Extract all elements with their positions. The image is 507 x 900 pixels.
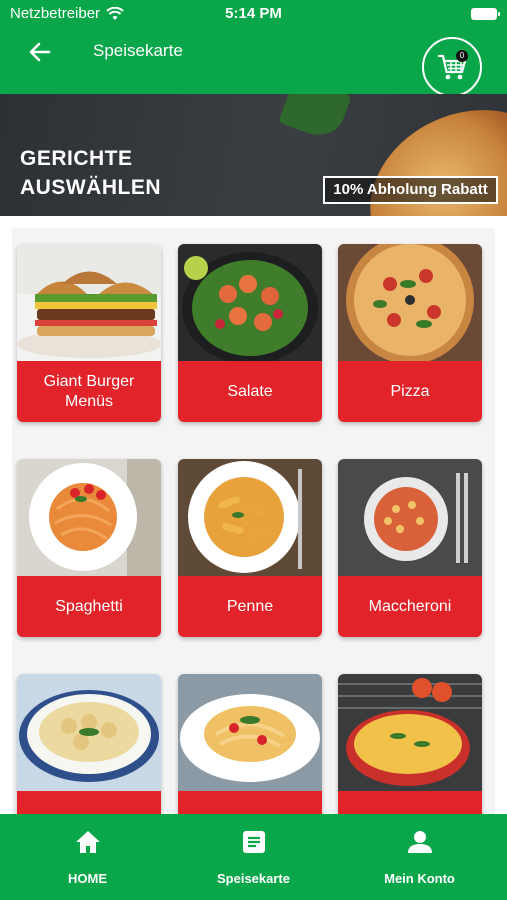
pizza-image	[338, 244, 482, 361]
category-card-penne[interactable]: Penne	[178, 459, 322, 637]
category-card-pizza[interactable]: Pizza	[338, 244, 482, 422]
penne-image	[178, 459, 322, 576]
back-arrow-icon	[29, 42, 51, 62]
category-card-maccheroni[interactable]: Maccheroni	[338, 459, 482, 637]
navigation-bar: Speisekarte 0	[0, 30, 507, 97]
tortellini-image	[17, 674, 161, 791]
tagliatelle-image	[178, 674, 322, 791]
casserole-image	[338, 674, 482, 791]
category-card-row3-1[interactable]	[17, 674, 161, 814]
category-label: Pizza	[338, 361, 482, 422]
category-card-burger[interactable]: Giant Burger Menüs	[17, 244, 161, 422]
tab-account-label: Mein Konto	[384, 871, 455, 886]
discount-badge: 10% Abholung Rabatt	[323, 176, 498, 204]
menu-list-icon	[243, 831, 265, 853]
category-label: Salate	[178, 361, 322, 422]
maccheroni-image	[338, 459, 482, 576]
category-label	[17, 791, 161, 814]
page-title: Speisekarte	[93, 41, 183, 60]
status-bar: Netzbetreiber 5:14 PM	[0, 0, 507, 28]
banner-title: GERICHTE AUSWÄHLEN	[20, 144, 161, 202]
category-card-spaghetti[interactable]: Spaghetti	[17, 459, 161, 637]
tab-home-label: HOME	[68, 871, 107, 886]
category-card-row3-3[interactable]	[338, 674, 482, 814]
bottom-tab-bar: HOME Speisekarte Mein Konto	[0, 814, 507, 900]
category-label: Spaghetti	[17, 576, 161, 637]
battery-icon	[471, 8, 500, 20]
category-card-row3-2[interactable]	[178, 674, 322, 814]
tab-menu-label: Speisekarte	[217, 871, 290, 886]
spaghetti-image	[17, 459, 161, 576]
home-icon	[76, 831, 100, 853]
tab-menu[interactable]: Speisekarte	[169, 814, 338, 900]
category-label: Giant Burger Menüs	[17, 361, 161, 422]
banner-title-line1: GERICHTE	[20, 147, 133, 170]
category-card-salad[interactable]: Salate	[178, 244, 322, 422]
banner-basil-decoration	[278, 94, 352, 143]
promo-banner: GERICHTE AUSWÄHLEN 10% Abholung Rabatt	[0, 94, 507, 216]
tab-home[interactable]: HOME	[3, 814, 172, 900]
category-label: Maccheroni	[338, 576, 482, 637]
cart-count-badge: 0	[456, 50, 468, 62]
banner-title-line2: AUSWÄHLEN	[20, 176, 161, 199]
app-header: Netzbetreiber 5:14 PM Speisekarte 0	[0, 0, 507, 97]
category-label	[338, 791, 482, 814]
user-icon	[408, 831, 432, 853]
tab-account[interactable]: Mein Konto	[335, 814, 504, 900]
clock: 5:14 PM	[225, 5, 282, 22]
category-grid: Giant Burger Menüs Salate Pizza Spaghett…	[12, 228, 495, 814]
burger-image	[17, 244, 161, 361]
cart-button[interactable]: 0	[422, 37, 482, 97]
back-button[interactable]	[24, 36, 56, 68]
category-label: Penne	[178, 576, 322, 637]
category-label	[178, 791, 322, 814]
salad-image	[178, 244, 322, 361]
